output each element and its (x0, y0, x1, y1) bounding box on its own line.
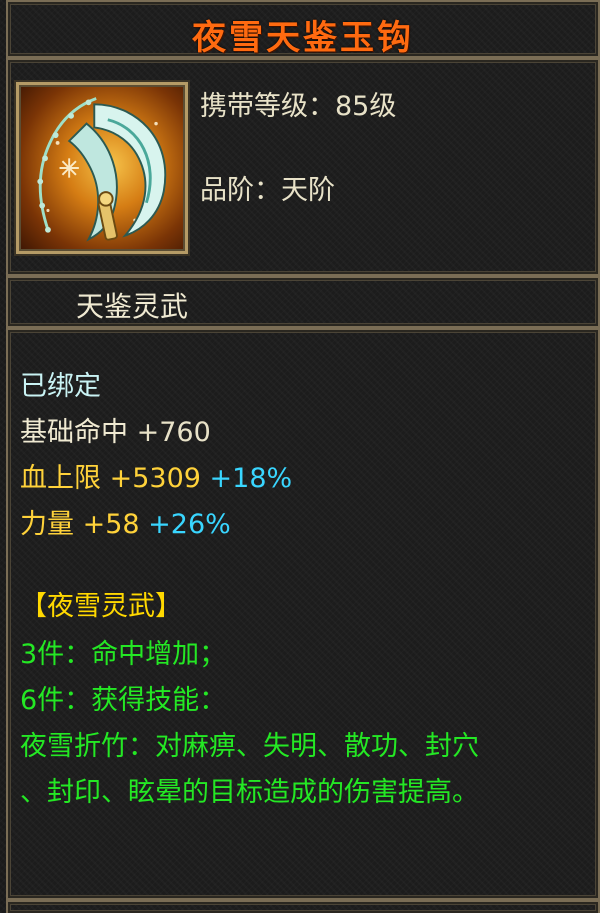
set-bonus-3: 3件：命中增加； (20, 639, 227, 670)
attribute-name: 血上限 (20, 463, 101, 494)
set-name: 【夜雪灵武】 (20, 591, 182, 622)
attribute-row: 基础命中 +760 (20, 410, 211, 449)
attribute-bonus: +26% (148, 509, 231, 540)
carry-level-value: 85级 (335, 91, 397, 122)
skill-description-line: 夜雪折竹：对麻痹、失明、散功、封穴 (20, 731, 479, 762)
bound-status: 已绑定 (20, 371, 101, 402)
carry-level: 携带等级：85级 (200, 84, 396, 123)
attribute-bonus: +18% (209, 463, 293, 494)
attribute-value: +760 (136, 417, 211, 448)
attribute-name: 力量 (20, 509, 74, 540)
attribute-row: 血上限 +5309 +18% (20, 456, 292, 495)
attribute-value: +58 (82, 509, 140, 540)
attribute-value: +5309 (109, 463, 201, 494)
jade-hook-weapon-icon (16, 82, 188, 254)
attribute-row: 力量 +58 +26% (20, 502, 231, 541)
attribute-name: 基础命中 (20, 417, 128, 448)
carry-level-label: 携带等级： (200, 91, 335, 122)
skill-description-line: 、封印、眩晕的目标造成的伤害提高。 (20, 777, 479, 808)
item-name: 夜雪天鉴玉钩 (192, 18, 414, 58)
item-sub-name: 天鉴灵武 (76, 290, 189, 323)
set-bonus-6: 6件：获得技能： (20, 685, 227, 716)
bottom-bar (6, 900, 600, 913)
item-grade: 品阶：天阶 (200, 168, 335, 207)
item-tooltip: 夜雪天鉴玉钩 携带等级：85级 品阶：天阶 天鉴灵武 已绑定 基础命中 +760… (0, 0, 600, 913)
grade-value: 天阶 (281, 175, 335, 206)
grade-label: 品阶： (200, 175, 281, 206)
title-bar: 夜雪天鉴玉钩 (6, 0, 600, 58)
